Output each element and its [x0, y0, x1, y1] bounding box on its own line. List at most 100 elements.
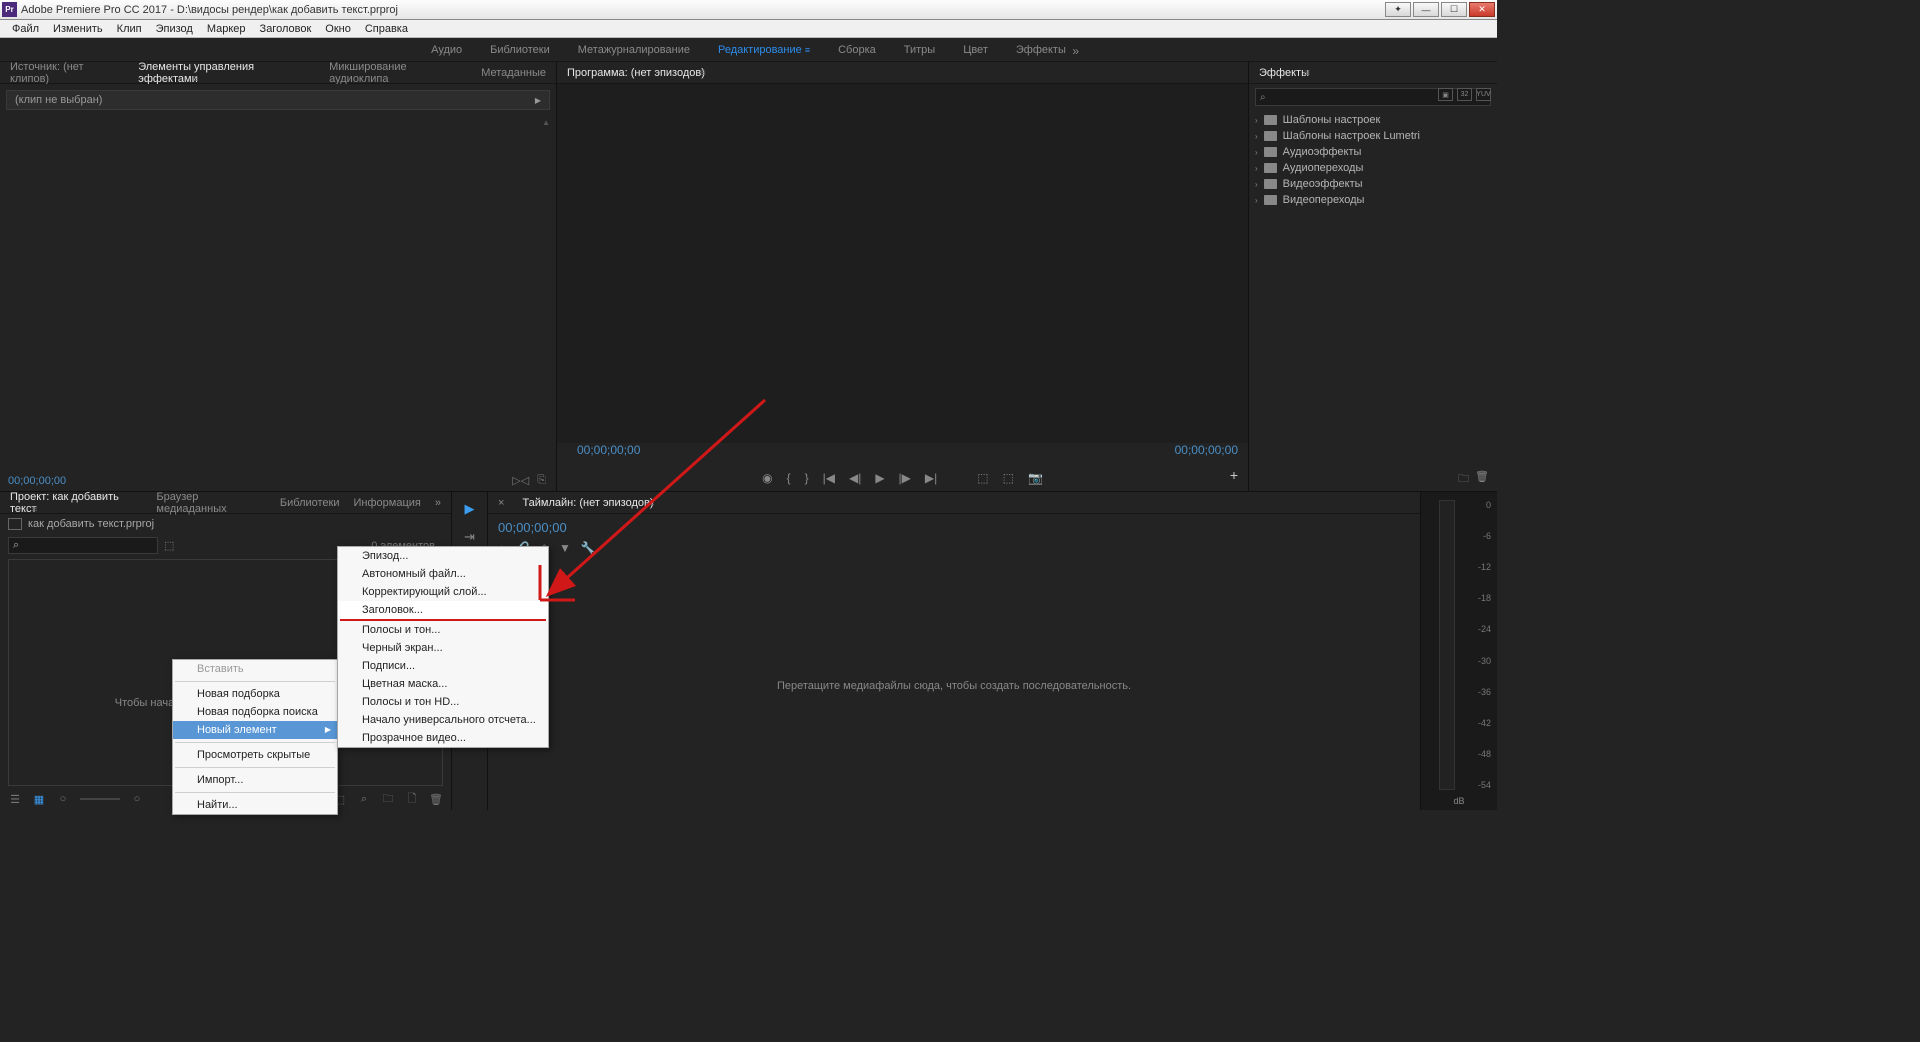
zoom-slider[interactable]: [80, 798, 120, 800]
maximize-button[interactable]: ☐: [1441, 2, 1467, 17]
menu-help[interactable]: Справка: [359, 22, 414, 36]
ctx-view-hidden[interactable]: Просмотреть скрытые: [173, 746, 337, 764]
ws-effects[interactable]: Эффекты: [1016, 44, 1066, 56]
sub-bars-and-tone[interactable]: Полосы и тон...: [338, 621, 548, 639]
find-icon[interactable]: ⌕: [357, 792, 371, 806]
ws-libraries[interactable]: Библиотеки: [490, 44, 550, 56]
sub-title[interactable]: Заголовок...: [338, 601, 548, 619]
sub-offline-file[interactable]: Автономный файл...: [338, 565, 548, 583]
delete-icon[interactable]: 🗑: [429, 792, 443, 806]
tab-info[interactable]: Информация: [354, 497, 421, 509]
tab-project[interactable]: Проект: как добавить текст ≡: [10, 491, 142, 515]
expand-icon[interactable]: ▶: [535, 96, 541, 105]
new-bin-icon[interactable]: 🗀: [381, 792, 395, 806]
minimize-button[interactable]: —: [1413, 2, 1439, 17]
program-monitor[interactable]: [557, 84, 1248, 443]
menu-title[interactable]: Заголовок: [254, 22, 318, 36]
export-frame-icon[interactable]: 📷: [1028, 471, 1043, 485]
new-bin-icon[interactable]: 🗀: [1458, 470, 1469, 489]
tab-media-browser[interactable]: Браузер медиаданных: [156, 491, 266, 515]
selection-tool-icon[interactable]: ▶: [461, 500, 479, 518]
ws-overflow[interactable]: »: [1072, 44, 1079, 58]
tab-program[interactable]: Программа: (нет эпизодов) ≡: [567, 67, 706, 79]
ws-audio[interactable]: Аудио: [431, 44, 462, 56]
list-view-icon[interactable]: ☰: [8, 792, 22, 806]
fx-audio-effects[interactable]: ›Аудиоэффекты: [1255, 144, 1491, 160]
fx-video-effects[interactable]: ›Видеоэффекты: [1255, 176, 1491, 192]
ws-assembly[interactable]: Сборка: [838, 44, 876, 56]
noclip-text: (клип не выбран): [15, 94, 102, 106]
sub-color-matte[interactable]: Цветная маска...: [338, 675, 548, 693]
zoom-slider-left[interactable]: ○: [56, 792, 70, 806]
project-search[interactable]: ⌕: [8, 537, 158, 554]
lift-icon[interactable]: ⬚: [977, 471, 988, 485]
tab-audio-mixer[interactable]: Микширование аудиоклипа: [329, 61, 467, 85]
meter-scale: 0 -6 -12 -18 -24 -30 -36 -42 -48 -54: [1478, 500, 1491, 790]
fx-32bit-icon[interactable]: 32: [1457, 88, 1472, 101]
fx-accel-icon[interactable]: ▣: [1438, 88, 1453, 101]
menu-marker[interactable]: Маркер: [201, 22, 252, 36]
timeline-drop-area[interactable]: Перетащите медиафайлы сюда, чтобы создат…: [488, 562, 1420, 810]
fx-lumetri-presets[interactable]: ›Шаблоны настроек Lumetri: [1255, 128, 1491, 144]
extract-icon[interactable]: ⬚: [1003, 471, 1014, 485]
sub-captions[interactable]: Подписи...: [338, 657, 548, 675]
fx-yuv-icon[interactable]: YUV: [1476, 88, 1491, 101]
ctx-new-item[interactable]: Новый элемент▶: [173, 721, 337, 739]
play-icon[interactable]: ▶: [875, 471, 884, 485]
step-fwd-icon[interactable]: |▶: [899, 471, 911, 485]
filter-icon[interactable]: ⬚: [164, 539, 174, 552]
wrench-icon[interactable]: 🔧: [581, 541, 596, 556]
ws-color[interactable]: Цвет: [963, 44, 988, 56]
trash-icon[interactable]: 🗑: [1475, 470, 1489, 489]
menu-edit[interactable]: Изменить: [47, 22, 109, 36]
sub-black-video[interactable]: Черный экран...: [338, 639, 548, 657]
timeline-timecode[interactable]: 00;00;00;00: [498, 520, 1410, 535]
settings-icon[interactable]: ▼: [559, 541, 571, 556]
tab-libraries[interactable]: Библиотеки: [280, 497, 340, 509]
loop-icon[interactable]: ▷◁: [512, 474, 529, 487]
context-submenu-new-item: Эпизод... Автономный файл... Корректирую…: [337, 546, 549, 748]
zoom-slider-right[interactable]: ○: [130, 792, 144, 806]
new-item-icon[interactable]: 🗋: [405, 792, 419, 806]
tab-metadata[interactable]: Метаданные: [481, 67, 546, 79]
sub-universal-leader[interactable]: Начало универсального отсчета...: [338, 711, 548, 729]
tab-effects[interactable]: Эффекты ≡: [1259, 67, 1310, 79]
step-back-icon[interactable]: ◀|: [849, 471, 861, 485]
go-to-out-icon[interactable]: ▶|: [925, 471, 937, 485]
insert-icon[interactable]: ⎘: [537, 474, 546, 487]
ctx-find[interactable]: Найти...: [173, 796, 337, 814]
ws-editing[interactable]: Редактирование ≡: [718, 44, 810, 56]
button-editor-icon[interactable]: +: [1230, 467, 1238, 483]
sub-sequence[interactable]: Эпизод...: [338, 547, 548, 565]
ctx-new-search-bin[interactable]: Новая подборка поиска: [173, 703, 337, 721]
scroll-up-icon[interactable]: ▲: [542, 118, 550, 127]
tab-source[interactable]: Источник: (нет клипов): [10, 61, 124, 85]
audio-meters: 0 -6 -12 -18 -24 -30 -36 -42 -48 -54 dB: [1421, 492, 1497, 810]
track-select-tool-icon[interactable]: ⇥: [461, 528, 479, 546]
ctx-import[interactable]: Импорт...: [173, 771, 337, 789]
source-panel: Источник: (нет клипов) Элементы управлен…: [0, 62, 557, 491]
ws-metalogging[interactable]: Метажурналирование: [578, 44, 690, 56]
close-button[interactable]: ✕: [1469, 2, 1495, 17]
sub-adjustment-layer[interactable]: Корректирующий слой...: [338, 583, 548, 601]
menu-clip[interactable]: Клип: [111, 22, 148, 36]
help-button[interactable]: ✦: [1385, 2, 1411, 17]
fx-audio-transitions[interactable]: ›Аудиопереходы: [1255, 160, 1491, 176]
sub-hd-bars-tone[interactable]: Полосы и тон HD...: [338, 693, 548, 711]
sub-transparent-video[interactable]: Прозрачное видео...: [338, 729, 548, 747]
in-point-icon[interactable]: {: [787, 471, 791, 485]
tab-effect-controls[interactable]: Элементы управления эффектами ≡: [138, 61, 315, 85]
fx-video-transitions[interactable]: ›Видеопереходы: [1255, 192, 1491, 208]
icon-view-icon[interactable]: ▦: [32, 792, 46, 806]
go-to-in-icon[interactable]: |◀: [823, 471, 835, 485]
tab-overflow[interactable]: »: [435, 497, 441, 509]
tab-timeline[interactable]: Таймлайн: (нет эпизодов) ≡: [522, 497, 654, 509]
out-point-icon[interactable]: }: [805, 471, 809, 485]
menu-sequence[interactable]: Эпизод: [150, 22, 199, 36]
fx-presets[interactable]: ›Шаблоны настроек: [1255, 112, 1491, 128]
ctx-new-bin[interactable]: Новая подборка: [173, 685, 337, 703]
menu-file[interactable]: Файл: [6, 22, 45, 36]
ws-titles[interactable]: Титры: [904, 44, 935, 56]
menu-window[interactable]: Окно: [319, 22, 357, 36]
marker-icon[interactable]: ◉: [762, 471, 772, 485]
